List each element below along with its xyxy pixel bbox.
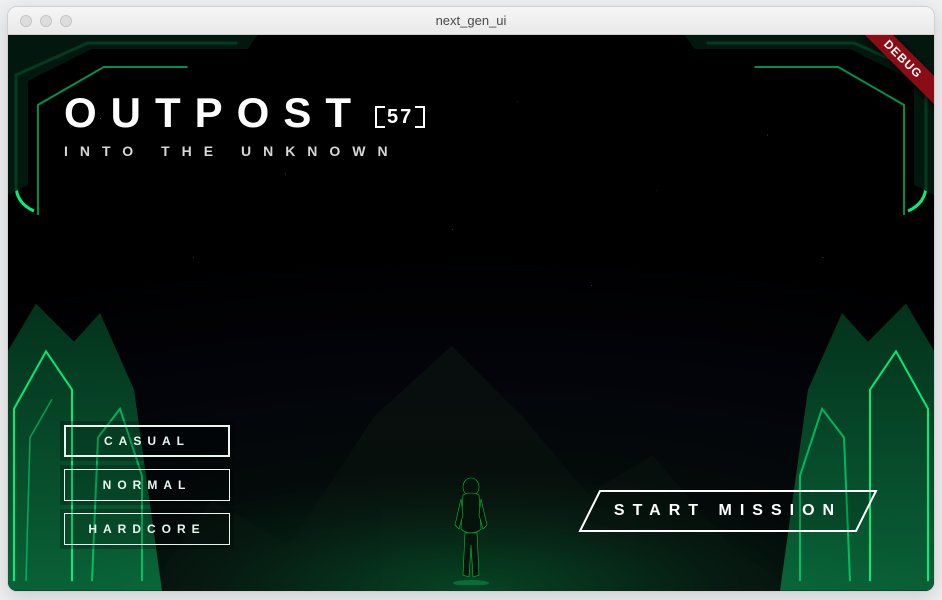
start-button-label: START MISSION [614,502,842,520]
difficulty-selector: CASUAL NORMAL HARDCORE [64,425,230,545]
game-subtitle: INTO THE UNKNOWN [64,143,421,159]
difficulty-label: CASUAL [104,434,190,448]
zoom-icon[interactable] [60,15,72,27]
difficulty-normal-button[interactable]: NORMAL [64,469,230,501]
app-window: next_gen_ui [7,6,935,592]
character-silhouette [449,475,493,585]
difficulty-label: HARDCORE [88,522,205,536]
title-block: OUTPOST 57 INTO THE UNKNOWN [64,89,421,159]
close-icon[interactable] [20,15,32,27]
window-controls[interactable] [8,15,72,27]
game-title-number: 57 [379,104,421,131]
game-viewport: DEBUG OUTPOST 57 INTO THE UNKNOWN CASUAL… [8,35,934,591]
game-title: OUTPOST [64,89,365,137]
titlebar: next_gen_ui [8,7,934,35]
minimize-icon[interactable] [40,15,52,27]
difficulty-casual-button[interactable]: CASUAL [64,425,230,457]
start-mission-button[interactable]: START MISSION [578,489,878,533]
window-title: next_gen_ui [8,13,934,28]
difficulty-hardcore-button[interactable]: HARDCORE [64,513,230,545]
difficulty-label: NORMAL [103,478,192,492]
